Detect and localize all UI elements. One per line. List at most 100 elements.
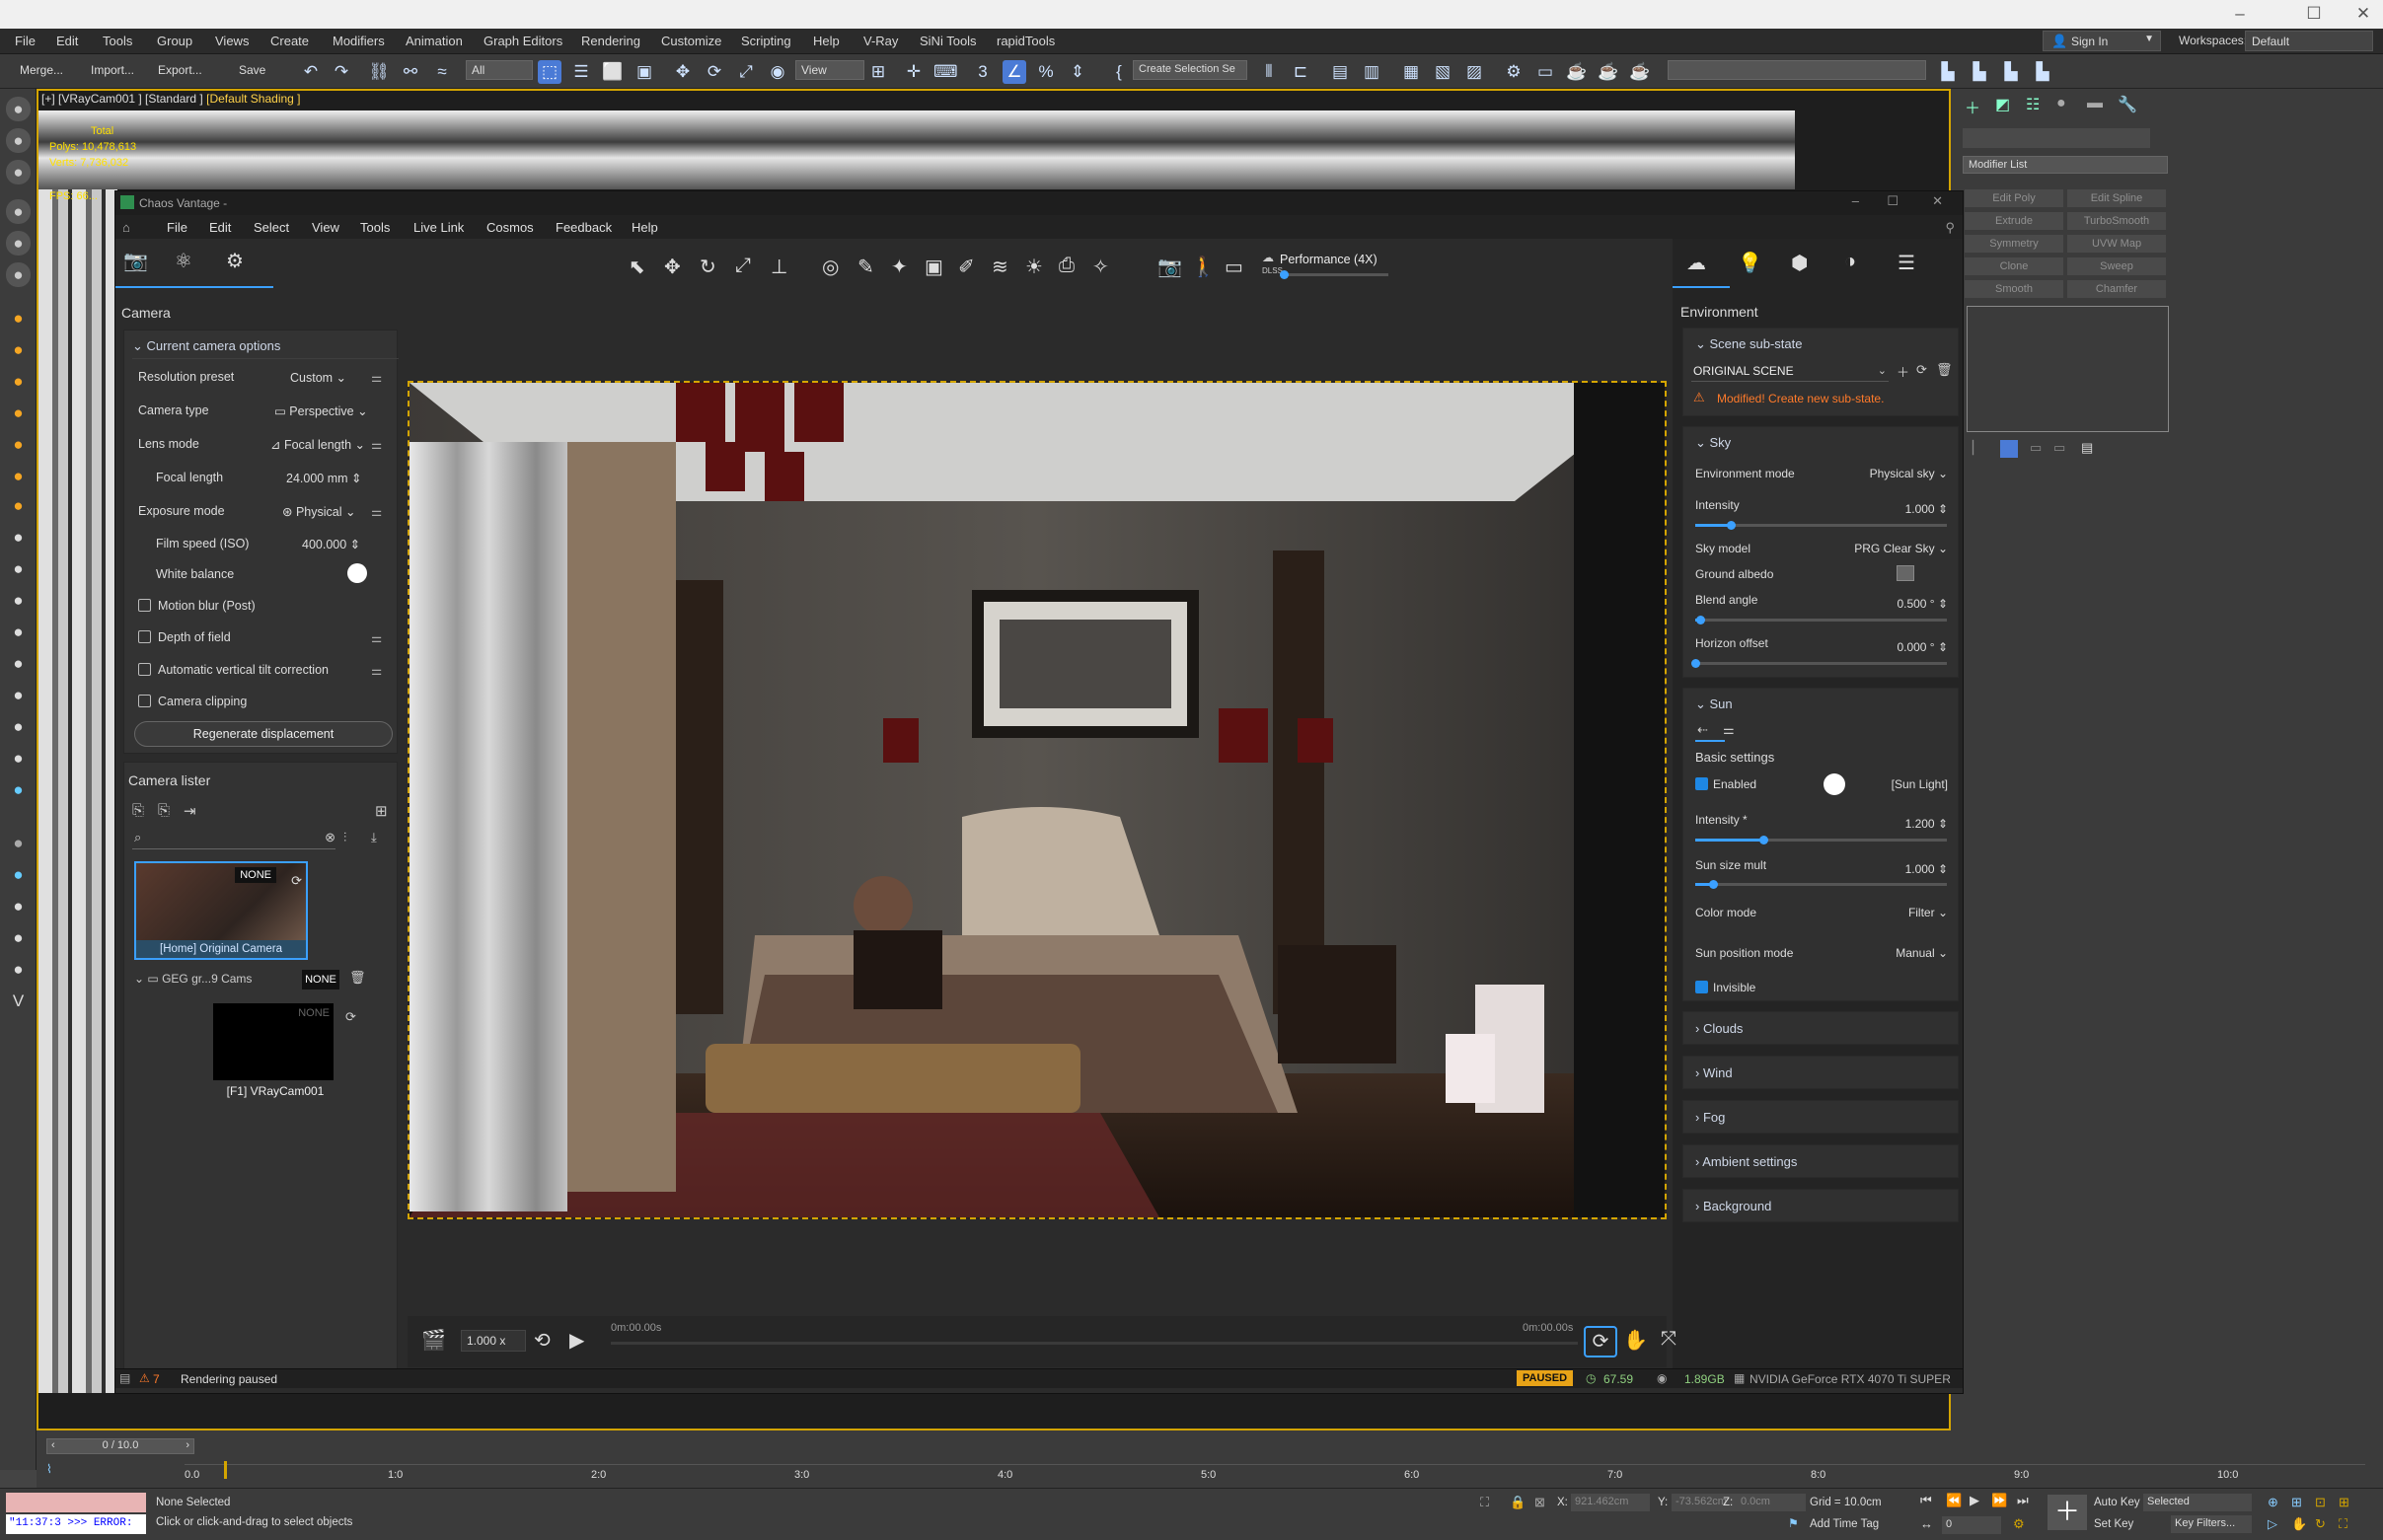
tool-6-icon[interactable]: ● [6, 262, 31, 287]
time-config-icon[interactable]: ⚙ [2013, 1516, 2025, 1532]
vray-tool-3-icon[interactable]: ▙ [1999, 60, 2023, 84]
rotate-icon[interactable]: ⟳ [703, 60, 726, 84]
maxscript-listener-top[interactable] [6, 1493, 146, 1512]
menu-file[interactable]: File [15, 34, 36, 48]
environment-tab-icon[interactable]: ☁ [1686, 251, 1706, 275]
tool-20-icon[interactable]: ● [6, 925, 31, 950]
search-field[interactable] [1668, 60, 1926, 80]
materials-tab-icon[interactable]: ◑ [1844, 251, 1856, 273]
slider-knob[interactable] [1758, 836, 1768, 844]
motion-blur-checkbox[interactable] [138, 599, 151, 612]
goto-start-icon[interactable]: ⏮ [1920, 1493, 1932, 1508]
pin-icon[interactable]: ⚲ [1945, 220, 1955, 236]
brush-tool-icon[interactable]: ✐ [958, 255, 975, 279]
white-balance-swatch[interactable] [347, 563, 367, 583]
chamfer-button[interactable]: Chamfer [2067, 280, 2166, 298]
tool-19-icon[interactable]: ● [6, 894, 31, 918]
camera-clipping-checkbox[interactable] [138, 695, 151, 707]
modifier-list-dropdown[interactable]: Modifier List [1963, 156, 2168, 174]
signin-dropdown[interactable]: 👤 Sign In ▼ [2043, 31, 2161, 51]
play-icon[interactable]: ▶ [569, 1328, 584, 1353]
align-icon[interactable]: ⊏ [1289, 60, 1312, 84]
zoom-icon[interactable]: ⊕ [2268, 1495, 2278, 1510]
camera-group-row[interactable]: ⌄ ▭ GEG gr...9 Cams [134, 972, 252, 986]
import-camera-icon[interactable]: ⇥ [184, 802, 196, 820]
time-slider-right-icon[interactable]: › [186, 1439, 189, 1451]
vmenu-select[interactable]: Select [254, 220, 289, 235]
light-1-icon[interactable]: ● [6, 306, 31, 330]
undo-icon[interactable]: ↶ [299, 60, 323, 84]
add-substate-icon[interactable]: ＋ [1897, 362, 1909, 381]
layer-explorer-icon[interactable]: ▤ [1328, 60, 1352, 84]
current-frame-field[interactable]: 0 [1942, 1516, 2001, 1534]
blend-angle-spinner[interactable]: 0.500 ° ⇕ [1897, 597, 1948, 611]
time-tag-icon[interactable]: ⚑ [1788, 1516, 1799, 1530]
vmenu-file[interactable]: File [167, 220, 187, 235]
key-filters-button[interactable]: Key Filters... [2171, 1515, 2252, 1533]
lock-icon[interactable]: 🔒 [1510, 1495, 1526, 1510]
blend-angle-slider[interactable] [1695, 616, 1947, 624]
sort-icon[interactable]: ⤓ [371, 830, 377, 845]
clear-search-icon[interactable]: ⊗ [325, 830, 335, 845]
vmenu-live-link[interactable]: Live Link [413, 220, 464, 235]
resolution-preset-dropdown[interactable]: Custom ⌄ [290, 370, 346, 385]
add-decal-tool-icon[interactable]: ▣ [925, 255, 943, 279]
sliders-icon[interactable]: ⚌ [1723, 722, 1735, 738]
render-icon[interactable]: ☕ [1565, 60, 1589, 84]
clapperboard-icon[interactable]: 🎬 [421, 1328, 446, 1353]
tool-17-icon[interactable]: ● [6, 831, 31, 855]
place-icon[interactable]: ◉ [766, 60, 789, 84]
z-coord-field[interactable]: 0.0cm [1737, 1494, 1806, 1511]
time-slider-left-icon[interactable]: ‹ [51, 1439, 55, 1451]
delete-icon[interactable]: 🗑 [349, 970, 366, 986]
sun-light-label[interactable]: [Sun Light] [1892, 777, 1948, 791]
extrude-button[interactable]: Extrude [1965, 212, 2063, 230]
tool-9-icon[interactable]: ● [6, 556, 31, 581]
home-icon[interactable]: ⌂ [122, 220, 130, 235]
vray-logo-icon[interactable]: V [6, 989, 31, 1013]
maxscript-listener[interactable]: "11:37:3 >>> ERROR: [6, 1514, 146, 1534]
sun-header[interactable]: ⌄ Sun [1695, 697, 1733, 712]
env-mode-dropdown[interactable]: Physical sky ⌄ [1870, 467, 1948, 480]
vmenu-edit[interactable]: Edit [209, 220, 231, 235]
turbosmooth-button[interactable]: TurboSmooth [2067, 212, 2166, 230]
save-button[interactable]: Save [239, 63, 265, 77]
select-object-icon[interactable]: ⬚ [538, 60, 561, 84]
pan-hand-icon[interactable]: ✋ [1623, 1328, 1648, 1353]
orbit-icon[interactable]: ↻ [2315, 1516, 2326, 1532]
exposure-mode-dropdown[interactable]: ⊛ Physical ⌄ [282, 504, 355, 519]
viewport-camera-label[interactable]: [+] [VRayCam001 ] [Standard ] [41, 92, 203, 106]
selection-filter-dropdown[interactable]: All [466, 60, 533, 80]
configure-sets-icon[interactable]: ▤ [2081, 440, 2093, 456]
next-frame-icon[interactable]: ⏩ [1991, 1493, 2007, 1508]
move-tool-icon[interactable]: ✥ [664, 255, 681, 279]
pan-view-icon[interactable]: ✋ [2291, 1516, 2307, 1532]
camera-type-dropdown[interactable]: ▭ Perspective ⌄ [274, 403, 368, 418]
window-crossing-icon[interactable]: ▣ [633, 60, 656, 84]
sky-model-dropdown[interactable]: PRG Clear Sky ⌄ [1854, 542, 1948, 555]
menu-modifiers[interactable]: Modifiers [333, 34, 385, 48]
make-unique-icon[interactable]: ▭ [2030, 440, 2042, 456]
camera-search-input[interactable]: ⌕ ⊗ [132, 828, 335, 849]
tool-5-icon[interactable]: ● [6, 231, 31, 256]
tool-4-icon[interactable]: ● [6, 199, 31, 224]
snapshot-tool-icon[interactable]: ⎙ [1059, 255, 1075, 277]
color-mode-dropdown[interactable]: Filter ⌄ [1908, 906, 1948, 919]
add-group-icon[interactable]: ⎘ [158, 802, 170, 819]
vmenu-feedback[interactable]: Feedback [556, 220, 612, 235]
playback-speed-spinner[interactable]: 1.000 x [461, 1330, 526, 1352]
scale-icon[interactable]: ⤢ [734, 60, 758, 84]
sun-tool-icon[interactable]: ☀ [1025, 255, 1043, 279]
group-none-badge[interactable]: NONE [302, 970, 339, 990]
sliders-icon[interactable]: ⚌ [371, 663, 382, 678]
slider-knob[interactable] [1691, 659, 1700, 668]
regenerate-displacement-button[interactable]: Regenerate displacement [134, 721, 393, 747]
pin-stack-icon[interactable]: ▏ [1973, 440, 1982, 456]
menu-help[interactable]: Help [813, 34, 840, 48]
select-tool-icon[interactable]: ⬉ [629, 255, 645, 279]
key-mode-icon[interactable]: ↔ [1920, 1516, 1933, 1531]
edit-spline-button[interactable]: Edit Spline [2067, 189, 2166, 207]
menu-graph-editors[interactable]: Graph Editors [484, 34, 562, 48]
vray-tool-1-icon[interactable]: ▙ [1936, 60, 1960, 84]
display-mode-icon[interactable]: ▭ [1225, 255, 1243, 279]
